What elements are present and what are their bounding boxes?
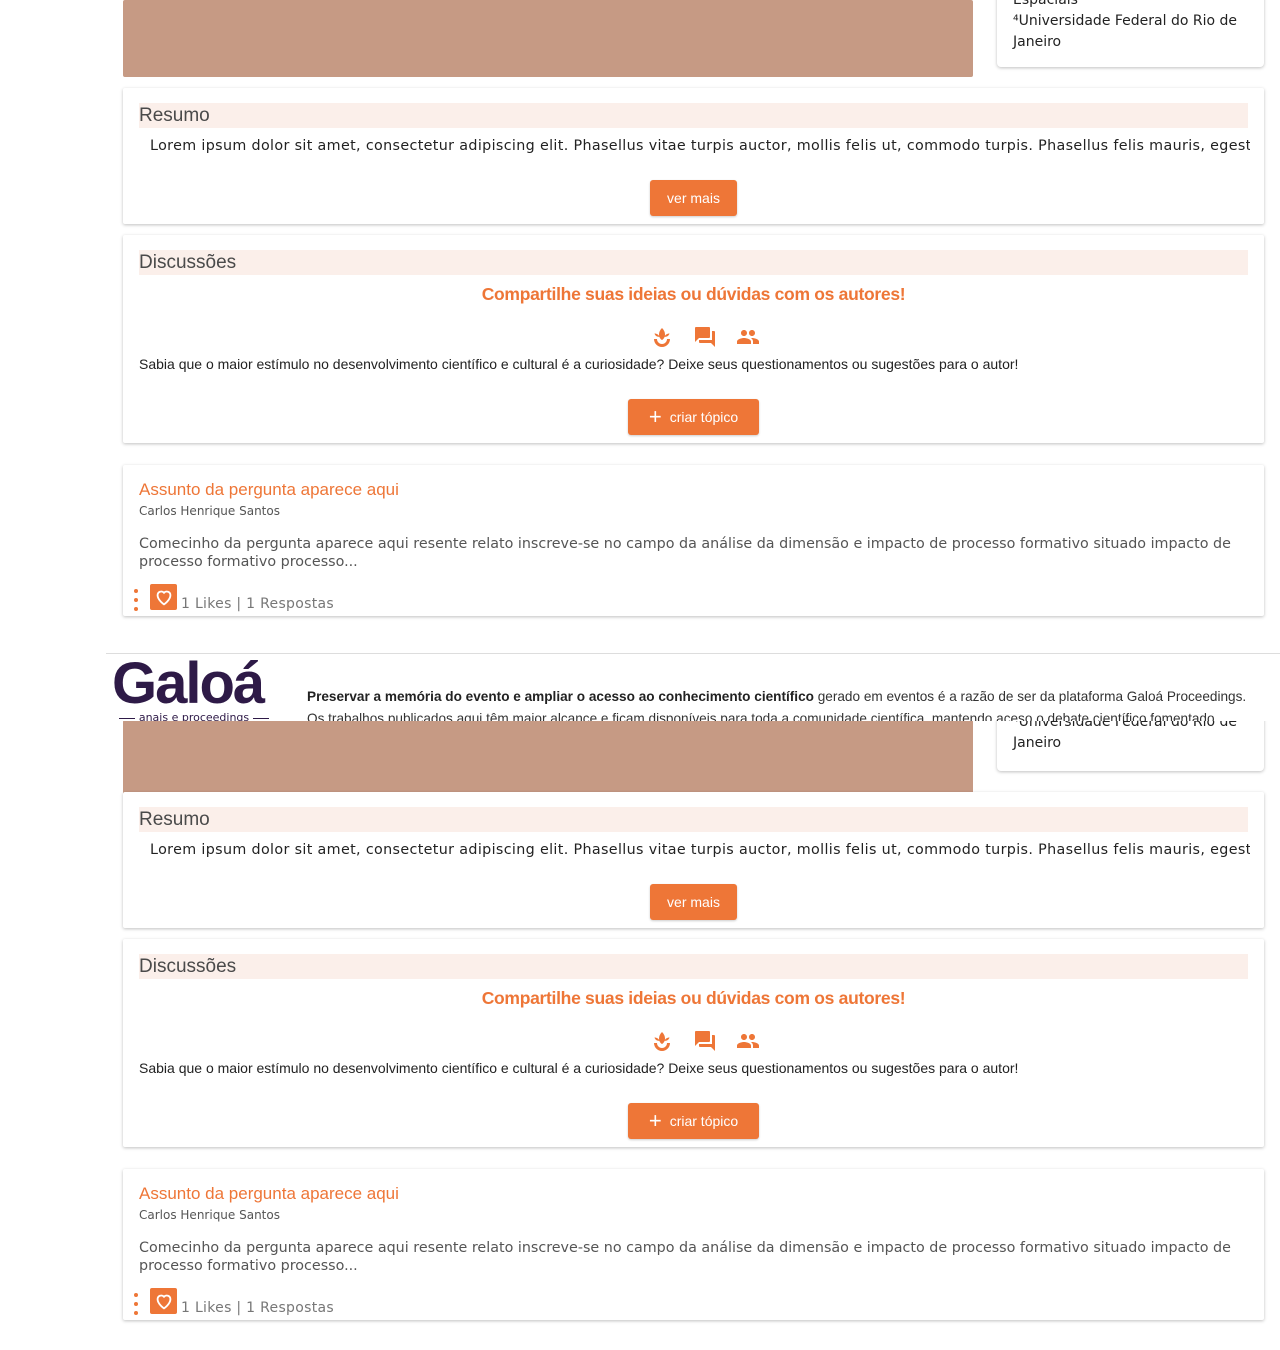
- footer-text: Preservar a memória do evento e ampliar …: [307, 686, 1257, 721]
- paper-thumbnail[interactable]: [123, 0, 973, 77]
- discussoes-icons: [650, 1028, 760, 1054]
- footer-text-1: gerado em eventos é a razão de ser da pl…: [813, 689, 1247, 704]
- post-stats: 1 Likes | 1 Respostas: [181, 596, 334, 612]
- criar-topico-label: criar tópico: [669, 1113, 739, 1129]
- people-icon: [737, 330, 759, 344]
- post-footer: 1 Likes | 1 Respostas: [131, 1288, 334, 1319]
- criar-topico-button[interactable]: + criar tópico: [628, 399, 759, 435]
- discussoes-card: Discussões Compartilhe suas ideias ou dú…: [123, 939, 1264, 1147]
- affiliation-line: ⁴Universidade Federal do Rio de: [1013, 13, 1237, 29]
- people-icon: [737, 1034, 759, 1048]
- discussoes-cta: Compartilhe suas ideias ou dúvidas com o…: [481, 284, 906, 304]
- galoa-logo[interactable]: Galoá anais e proceedings: [112, 653, 278, 722]
- resumo-card: Resumo Lorem ipsum dolor sit amet, conse…: [123, 88, 1264, 224]
- affiliation-line: Janeiro: [1013, 34, 1062, 50]
- more-options-icon[interactable]: [131, 589, 141, 611]
- criar-topico-button[interactable]: + criar tópico: [628, 1103, 759, 1139]
- heart-icon: [156, 1294, 171, 1310]
- discussoes-card: Discussões Compartilhe suas ideias ou dú…: [123, 235, 1264, 443]
- post-author: Carlos Henrique Santos: [139, 504, 280, 518]
- discussoes-text: Sabia que o maior estímulo no desenvolvi…: [139, 356, 1019, 372]
- logo-subtitle: anais e proceedings: [112, 712, 276, 722]
- page-block-1: Espaciais ⁴Universidade Federal do Rio d…: [0, 0, 1280, 620]
- like-button[interactable]: [150, 1288, 177, 1314]
- post-author: Carlos Henrique Santos: [139, 1208, 280, 1222]
- resumo-title: Resumo: [139, 103, 1248, 128]
- discussoes-text: Sabia que o maior estímulo no desenvolvi…: [139, 1060, 1019, 1076]
- plus-icon: +: [648, 1108, 662, 1133]
- post-title[interactable]: Assunto da pergunta aparece aqui: [139, 479, 399, 501]
- discussion-post: Assunto da pergunta aparece aqui Carlos …: [123, 465, 1264, 616]
- forum-icon: [695, 327, 715, 347]
- discussoes-icons: [650, 324, 760, 350]
- post-excerpt: Comecinho da pergunta aparece aqui resen…: [139, 1240, 1231, 1274]
- footer-text-2: Os trabalhos publicados aqui têm maior a…: [307, 711, 1215, 721]
- post-title[interactable]: Assunto da pergunta aparece aqui: [139, 1183, 399, 1205]
- page-block-2: ⁴Universidade Federal do Rio de Janeiro …: [0, 704, 1280, 1324]
- discussoes-title: Discussões: [139, 250, 1248, 275]
- plus-icon: +: [648, 404, 662, 429]
- galoa-footer: Galoá anais e proceedings Preservar a me…: [106, 653, 1280, 721]
- affiliations-card: Espaciais ⁴Universidade Federal do Rio d…: [997, 0, 1264, 67]
- discussion-post: Assunto da pergunta aparece aqui Carlos …: [123, 1169, 1264, 1320]
- post-excerpt: Comecinho da pergunta aparece aqui resen…: [139, 536, 1231, 570]
- heart-icon: [156, 590, 171, 606]
- resumo-text: Lorem ipsum dolor sit amet, consectetur …: [150, 138, 1250, 154]
- discussoes-cta: Compartilhe suas ideias ou dúvidas com o…: [481, 988, 906, 1008]
- forum-icon: [695, 1031, 715, 1051]
- post-stats: 1 Likes | 1 Respostas: [181, 1300, 334, 1316]
- paper-thumbnail[interactable]: [123, 720, 973, 797]
- affiliation-line: Janeiro: [1013, 735, 1062, 751]
- sprout-icon: [654, 328, 670, 347]
- sprout-icon: [654, 1032, 670, 1051]
- post-footer: 1 Likes | 1 Respostas: [131, 584, 334, 615]
- like-button[interactable]: [150, 584, 177, 610]
- resumo-card: Resumo Lorem ipsum dolor sit amet, conse…: [123, 792, 1264, 928]
- resumo-text: Lorem ipsum dolor sit amet, consectetur …: [150, 842, 1250, 858]
- affiliation-line-partial: Espaciais: [1013, 0, 1078, 8]
- discussoes-title: Discussões: [139, 954, 1248, 979]
- more-options-icon[interactable]: [131, 1293, 141, 1315]
- logo-wordmark: Galoá: [112, 653, 265, 716]
- footer-bold-text: Preservar a memória do evento e ampliar …: [307, 689, 814, 704]
- resumo-title: Resumo: [139, 807, 1248, 832]
- criar-topico-label: criar tópico: [669, 409, 739, 425]
- ver-mais-button[interactable]: ver mais: [650, 884, 737, 920]
- ver-mais-button[interactable]: ver mais: [650, 180, 737, 216]
